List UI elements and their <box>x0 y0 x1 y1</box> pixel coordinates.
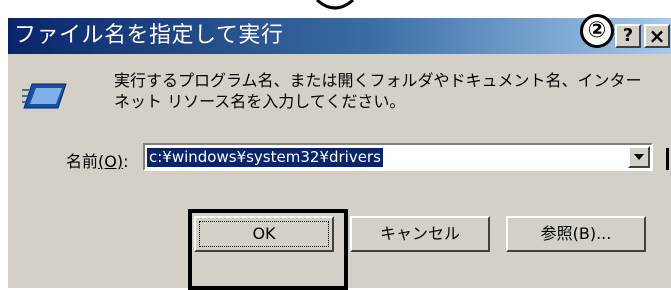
title-bar[interactable]: ファイル名を指定して実行 ② ? × <box>8 14 671 54</box>
name-label-suffix: : <box>123 152 129 171</box>
name-label-accesskey: (O) <box>98 152 124 171</box>
cancel-button-label: キャンセル <box>379 224 460 243</box>
step-annotation-badge: ② <box>580 14 614 48</box>
run-program-icon <box>22 83 67 109</box>
name-label-main: 名前 <box>66 152 99 171</box>
edge-mark <box>666 148 669 170</box>
browse-button[interactable]: 参照(B)... <box>506 216 646 252</box>
dialog-title: ファイル名を指定して実行 <box>14 23 284 48</box>
annotation-fragment-icon <box>316 0 354 10</box>
chevron-down-icon[interactable] <box>628 146 650 168</box>
cancel-button[interactable]: キャンセル <box>350 216 490 252</box>
close-button[interactable]: × <box>644 24 670 48</box>
name-combobox[interactable]: c:¥windows¥system32¥drivers <box>143 143 653 171</box>
browse-button-label: 参照(B)... <box>540 224 612 243</box>
name-field-label: 名前(O): <box>66 148 128 172</box>
help-button[interactable]: ? <box>615 24 641 48</box>
ok-highlight-annotation <box>188 209 348 290</box>
dialog-description: 実行するプログラム名、または開くフォルダやドキュメント名、インターネット リソー… <box>114 71 642 111</box>
name-input-value[interactable]: c:¥windows¥system32¥drivers <box>147 148 383 167</box>
run-dialog: ファイル名を指定して実行 ② ? × 実行するプログラム名、または開くフォルダや… <box>6 14 671 290</box>
